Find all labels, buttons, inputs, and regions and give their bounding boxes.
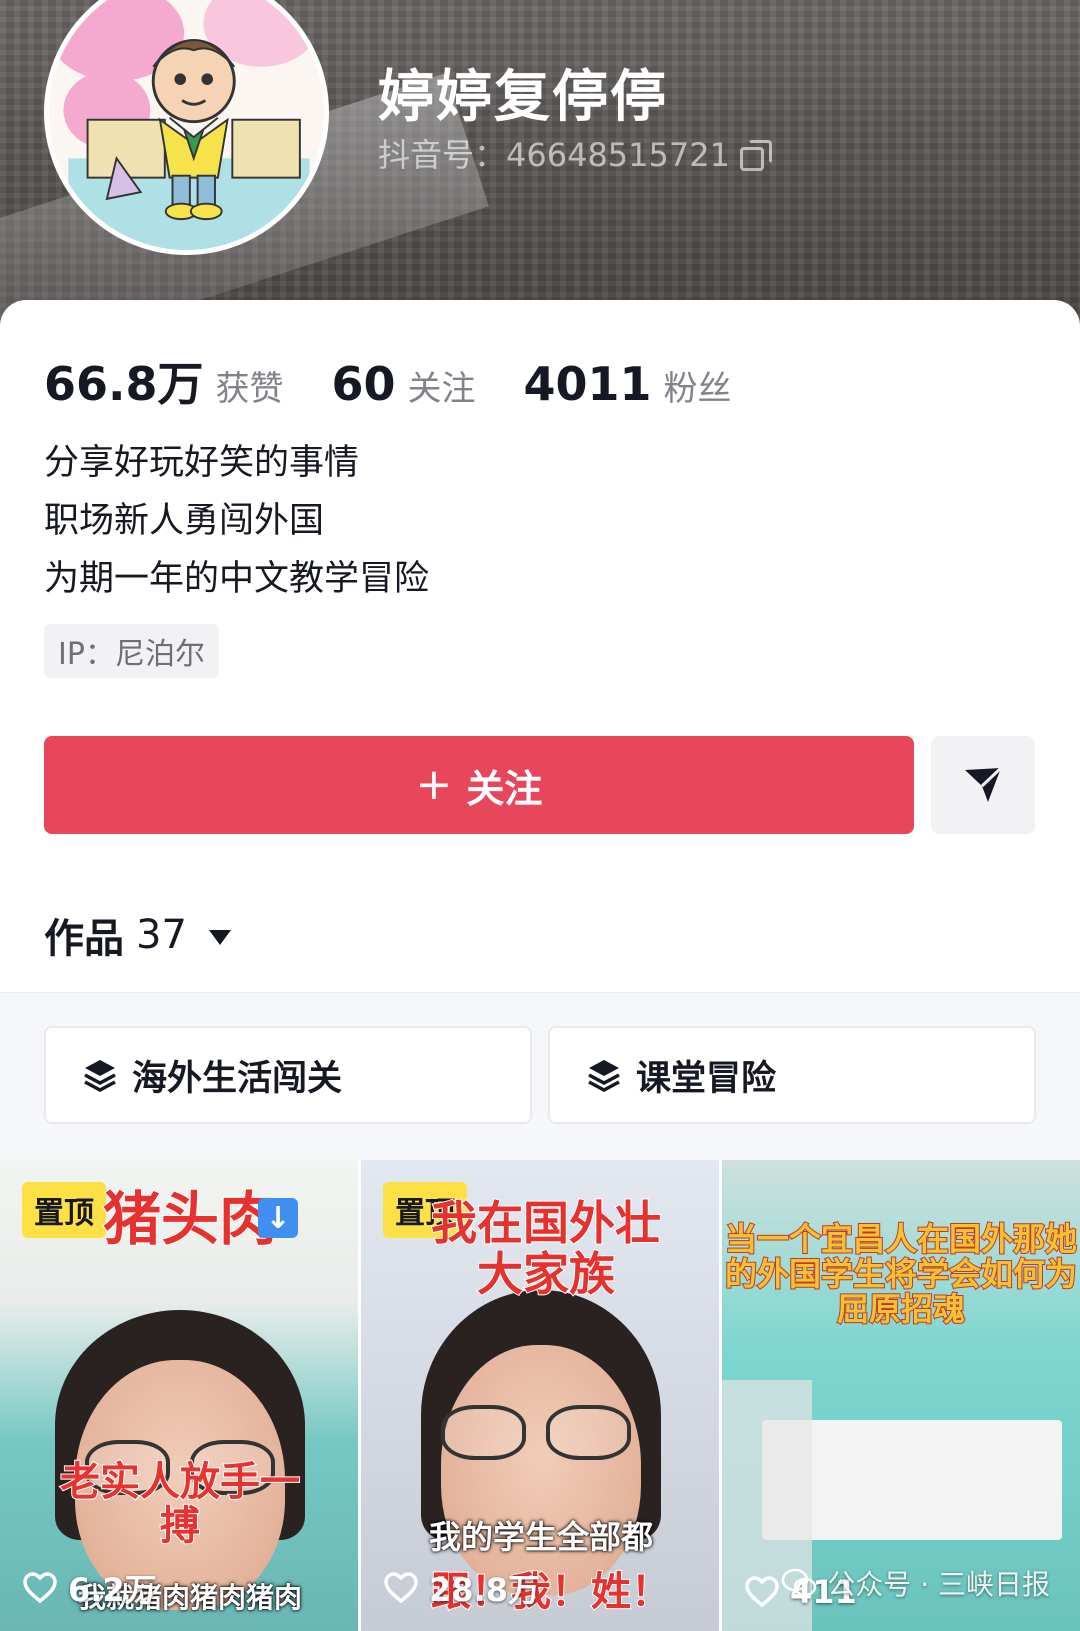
wechat-icon — [782, 1568, 817, 1597]
collection-label: 课堂冒险 — [636, 1058, 777, 1099]
arrow-down-icon: ↓ — [258, 1198, 298, 1238]
stat-followers-label: 粉丝 — [663, 369, 732, 409]
send-icon — [965, 766, 1003, 802]
profile-header: 婷婷复停停 抖音号：46648515721 — [0, 0, 1080, 330]
send-message-button[interactable] — [931, 736, 1035, 834]
stat-likes-label: 获赞 — [215, 369, 284, 409]
stat-following-label: 关注 — [407, 369, 476, 409]
heart-icon — [745, 1576, 779, 1608]
video-thumbnail[interactable]: 当一个宜昌人在国外那她的外国学生将学会如何为屈原招魂 411 公众号 · 三峡日… — [722, 1160, 1080, 1631]
thumbnail-glasses — [441, 1405, 526, 1460]
thumbnail-caption: 我的学生全部都 — [428, 1518, 653, 1556]
stat-followers[interactable]: 4011 粉丝 — [524, 357, 732, 411]
video-likes: 28.8万 — [383, 1565, 540, 1611]
stat-likes-count: 66.8万 — [44, 357, 204, 411]
copy-icon[interactable] — [739, 140, 772, 171]
thumbnail-glasses — [546, 1405, 631, 1460]
plus-icon: + — [415, 759, 453, 810]
layers-icon — [84, 1060, 116, 1092]
video-likes: 6.2万 — [22, 1565, 157, 1611]
stat-following[interactable]: 60 关注 — [332, 357, 476, 411]
video-likes-count: 28.8万 — [429, 1571, 540, 1609]
collection-label: 海外生活闯关 — [132, 1058, 343, 1099]
follow-button-label: 关注 — [466, 766, 543, 811]
video-thumbnail[interactable]: 置顶 猪头肉 ↓ 老实人放手一搏 我就猪肉猪肉猪肉 6.2万 — [0, 1160, 358, 1631]
heart-icon — [23, 1572, 57, 1604]
watermark-text: 公众号 · 三峡日报 — [827, 1568, 1050, 1601]
heart-icon — [384, 1572, 418, 1604]
profile-card: 66.8万 获赞 60 关注 4011 粉丝 分享好玩好笑的事情 职场新人勇闯外… — [0, 300, 1080, 1000]
works-label: 作品 — [44, 916, 124, 962]
bio-line: 分享好玩好笑的事情 — [44, 443, 360, 483]
video-likes-count: 6.2万 — [68, 1571, 157, 1609]
stat-followers-count: 4011 — [523, 357, 652, 411]
douyin-id: 抖音号：46648515721 — [378, 130, 772, 176]
thumbnail-title: 当一个宜昌人在国外那她的外国学生将学会如何为屈原招魂 — [724, 1220, 1078, 1329]
works-tab[interactable]: 作品 37 — [44, 906, 231, 964]
profile-stats: 66.8万 获赞 60 关注 4011 粉丝 — [44, 348, 780, 414]
works-count: 37 — [136, 912, 187, 958]
layers-icon — [588, 1060, 620, 1092]
stat-following-count: 60 — [331, 357, 396, 411]
profile-bio: 分享好玩好笑的事情 职场新人勇闯外国 为期一年的中文教学冒险 — [44, 434, 429, 608]
bio-line: 为期一年的中文教学冒险 — [44, 559, 430, 599]
watermark: 公众号 · 三峡日报 — [781, 1563, 1050, 1603]
thumbnail-overlay-text: 老实人放手一搏 — [59, 1459, 301, 1549]
stat-likes[interactable]: 66.8万 获赞 — [44, 348, 284, 414]
collection-classroom-adventure[interactable]: 课堂冒险 — [548, 1026, 1036, 1124]
follow-button[interactable]: + 关注 — [44, 736, 914, 834]
avatar-cartoon-image — [49, 0, 324, 250]
video-thumbnail[interactable]: 置顶 我在国外壮大家族 我的学生全部都 跟！我！姓！ 28.8万 — [361, 1160, 719, 1631]
collection-overseas-life[interactable]: 海外生活闯关 — [44, 1026, 532, 1124]
thumbnail-title: 我在国外壮大家族 — [430, 1196, 662, 1301]
douyin-id-text: 抖音号：46648515721 — [378, 136, 730, 174]
caret-down-icon[interactable] — [208, 929, 231, 945]
ip-location-tag: IP：尼泊尔 — [44, 624, 219, 678]
bio-line: 职场新人勇闯外国 — [44, 501, 325, 541]
profile-nickname: 婷婷复停停 — [378, 65, 668, 130]
